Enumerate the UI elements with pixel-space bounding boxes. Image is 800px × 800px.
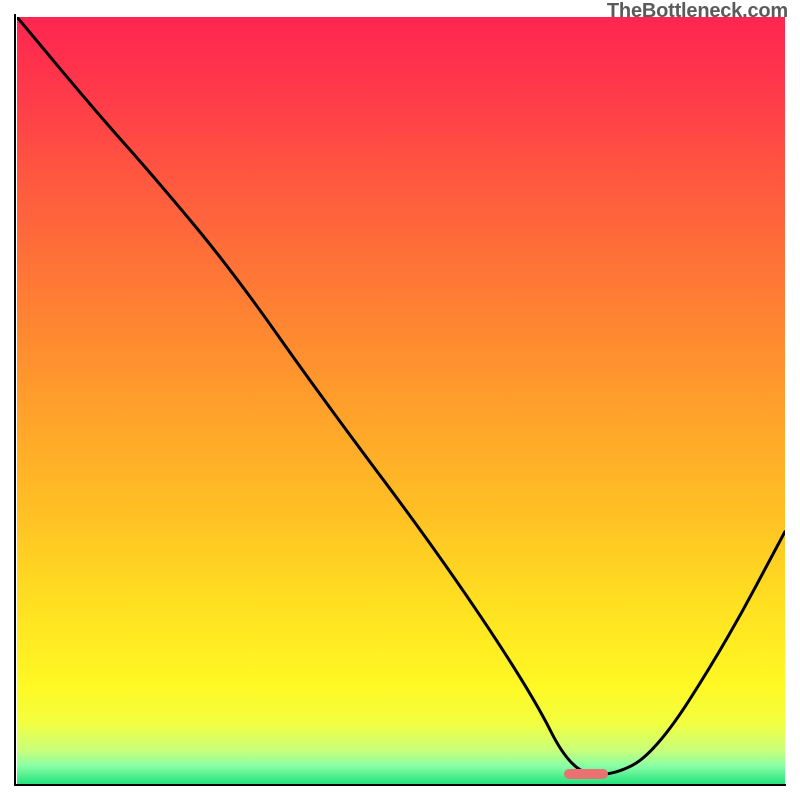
optimal-range-marker xyxy=(564,769,608,779)
attribution-text: TheBottleneck.com xyxy=(607,0,788,23)
plot-area xyxy=(17,17,785,785)
y-axis xyxy=(14,14,16,786)
chart-canvas: TheBottleneck.com xyxy=(0,0,800,800)
x-axis xyxy=(14,784,786,786)
background-gradient xyxy=(17,17,785,785)
